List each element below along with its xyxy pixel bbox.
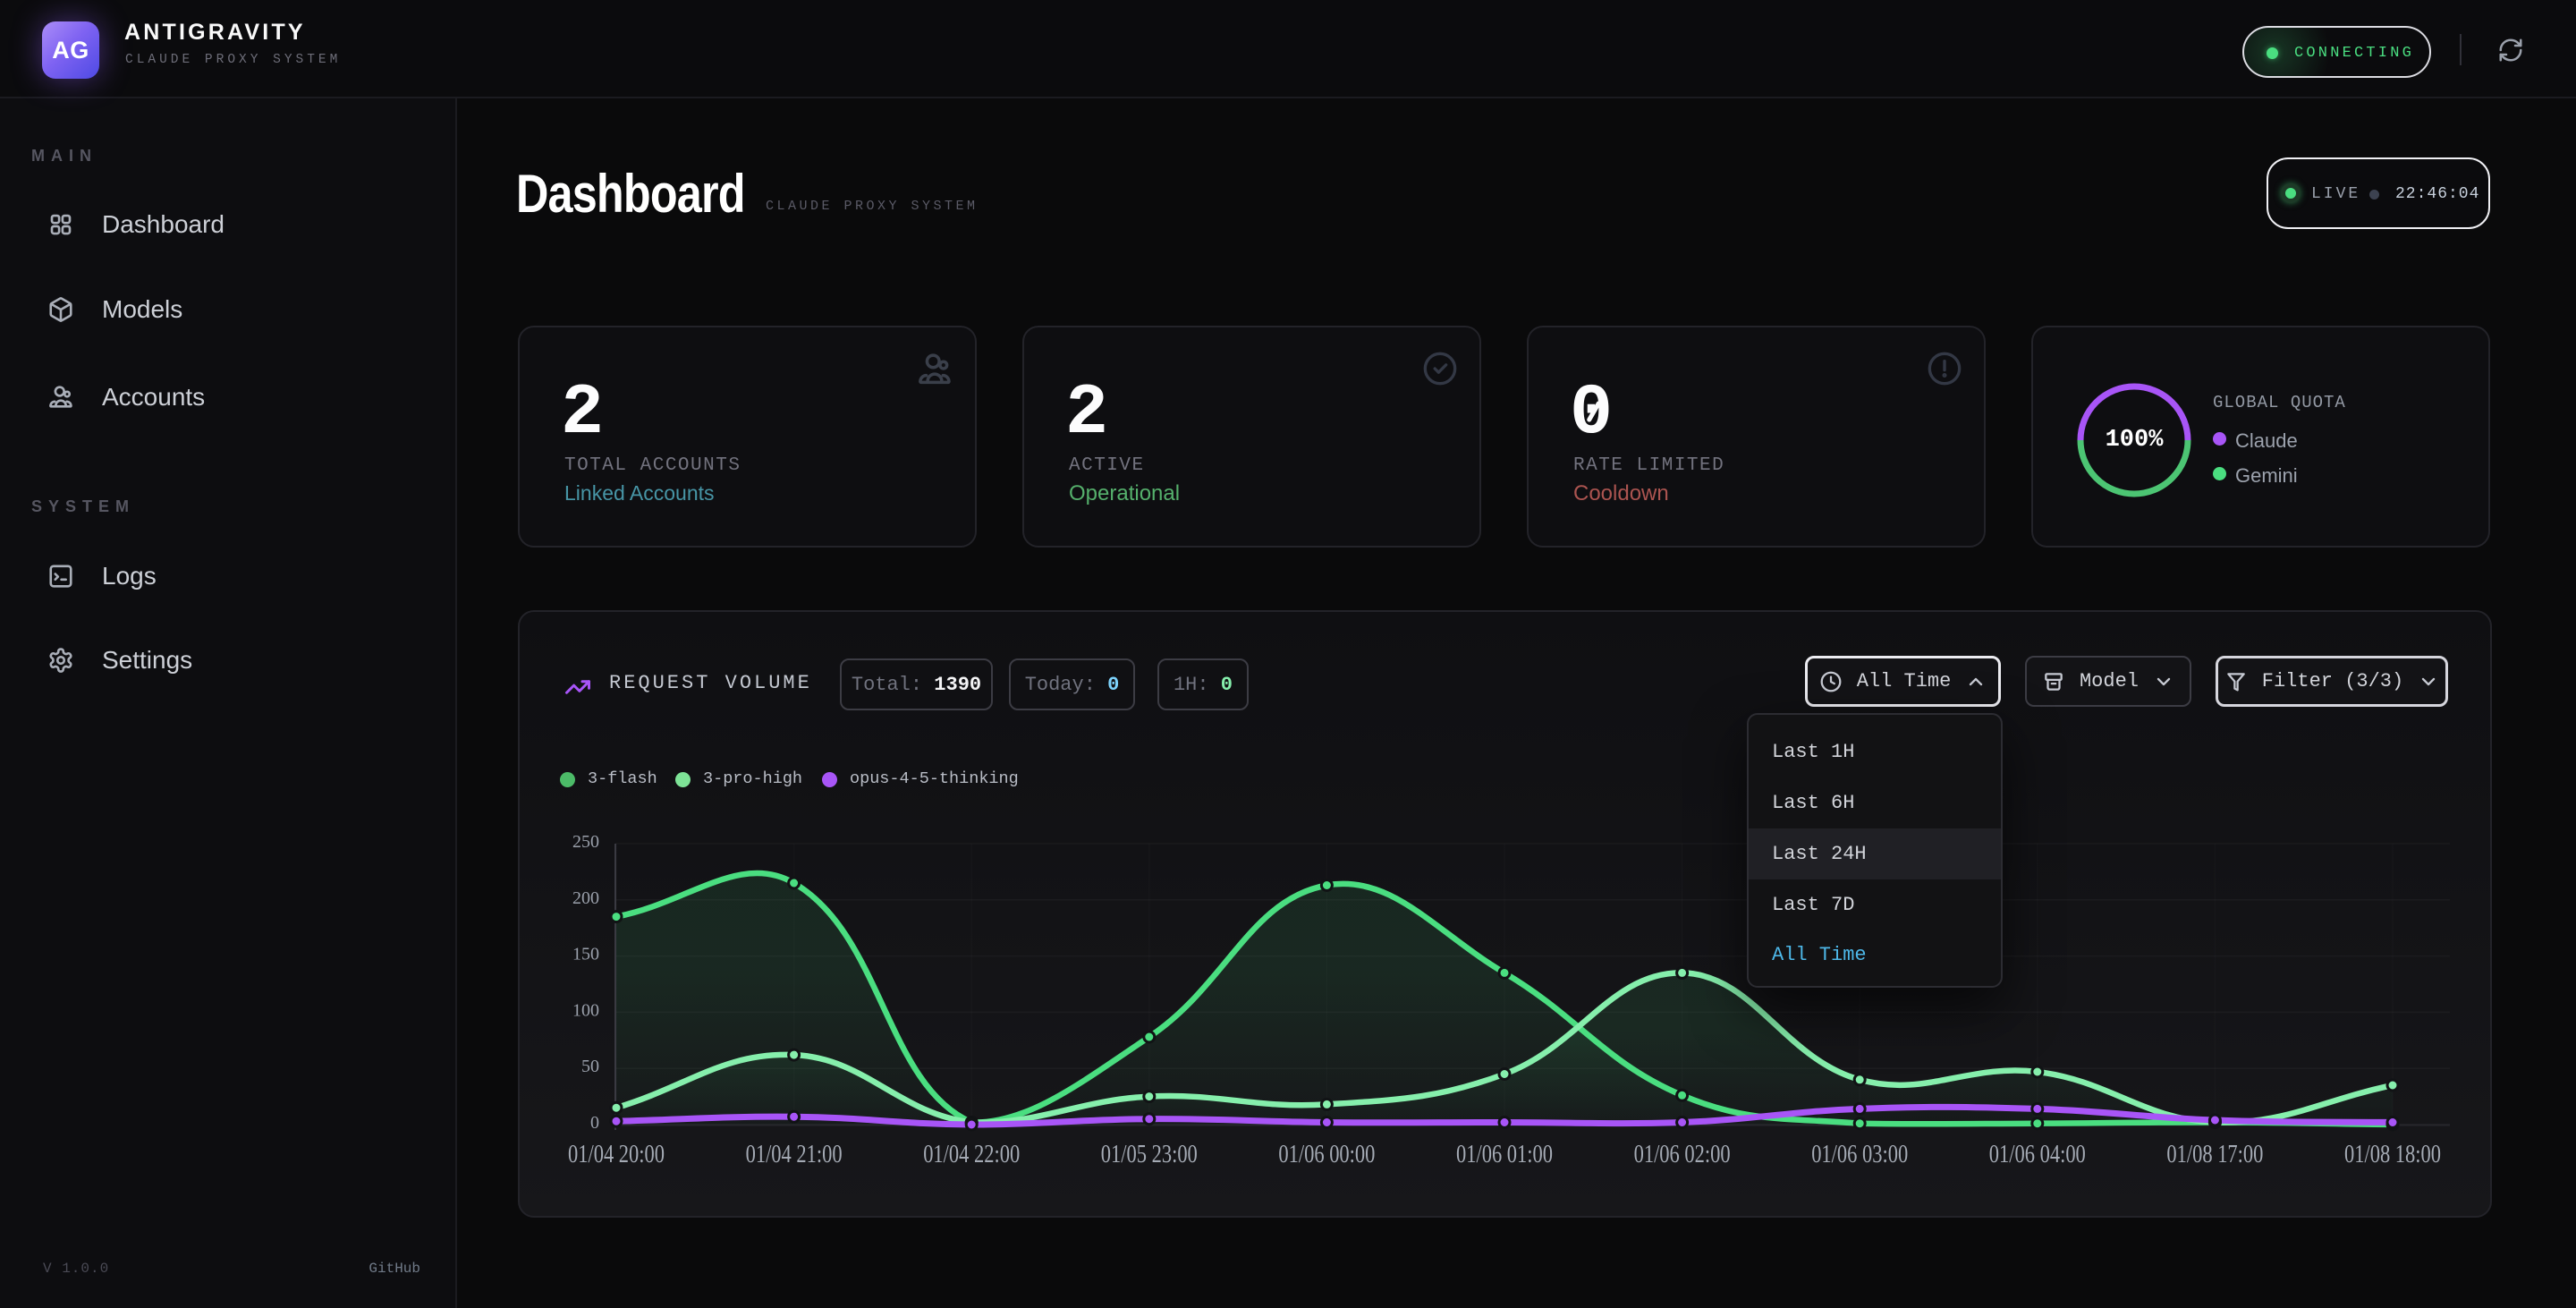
svg-text:01/06 03:00: 01/06 03:00 <box>1811 1141 1908 1168</box>
svg-text:50: 50 <box>581 1057 599 1076</box>
svg-text:01/04 22:00: 01/04 22:00 <box>923 1141 1020 1168</box>
svg-text:200: 200 <box>572 888 599 908</box>
svg-text:01/05 23:00: 01/05 23:00 <box>1101 1141 1198 1168</box>
svg-text:01/06 04:00: 01/06 04:00 <box>1989 1141 2086 1168</box>
svg-text:01/06 01:00: 01/06 01:00 <box>1456 1141 1553 1168</box>
svg-text:100: 100 <box>572 1000 599 1020</box>
svg-text:01/08 17:00: 01/08 17:00 <box>2166 1141 2263 1168</box>
svg-text:01/08 18:00: 01/08 18:00 <box>2344 1141 2441 1168</box>
svg-text:250: 250 <box>572 832 599 852</box>
svg-text:150: 150 <box>572 945 599 964</box>
svg-text:01/04 20:00: 01/04 20:00 <box>568 1141 665 1168</box>
svg-text:01/06 00:00: 01/06 00:00 <box>1278 1141 1375 1168</box>
svg-text:01/04 21:00: 01/04 21:00 <box>746 1141 843 1168</box>
svg-text:01/06 02:00: 01/06 02:00 <box>1634 1141 1731 1168</box>
svg-text:0: 0 <box>590 1113 599 1133</box>
